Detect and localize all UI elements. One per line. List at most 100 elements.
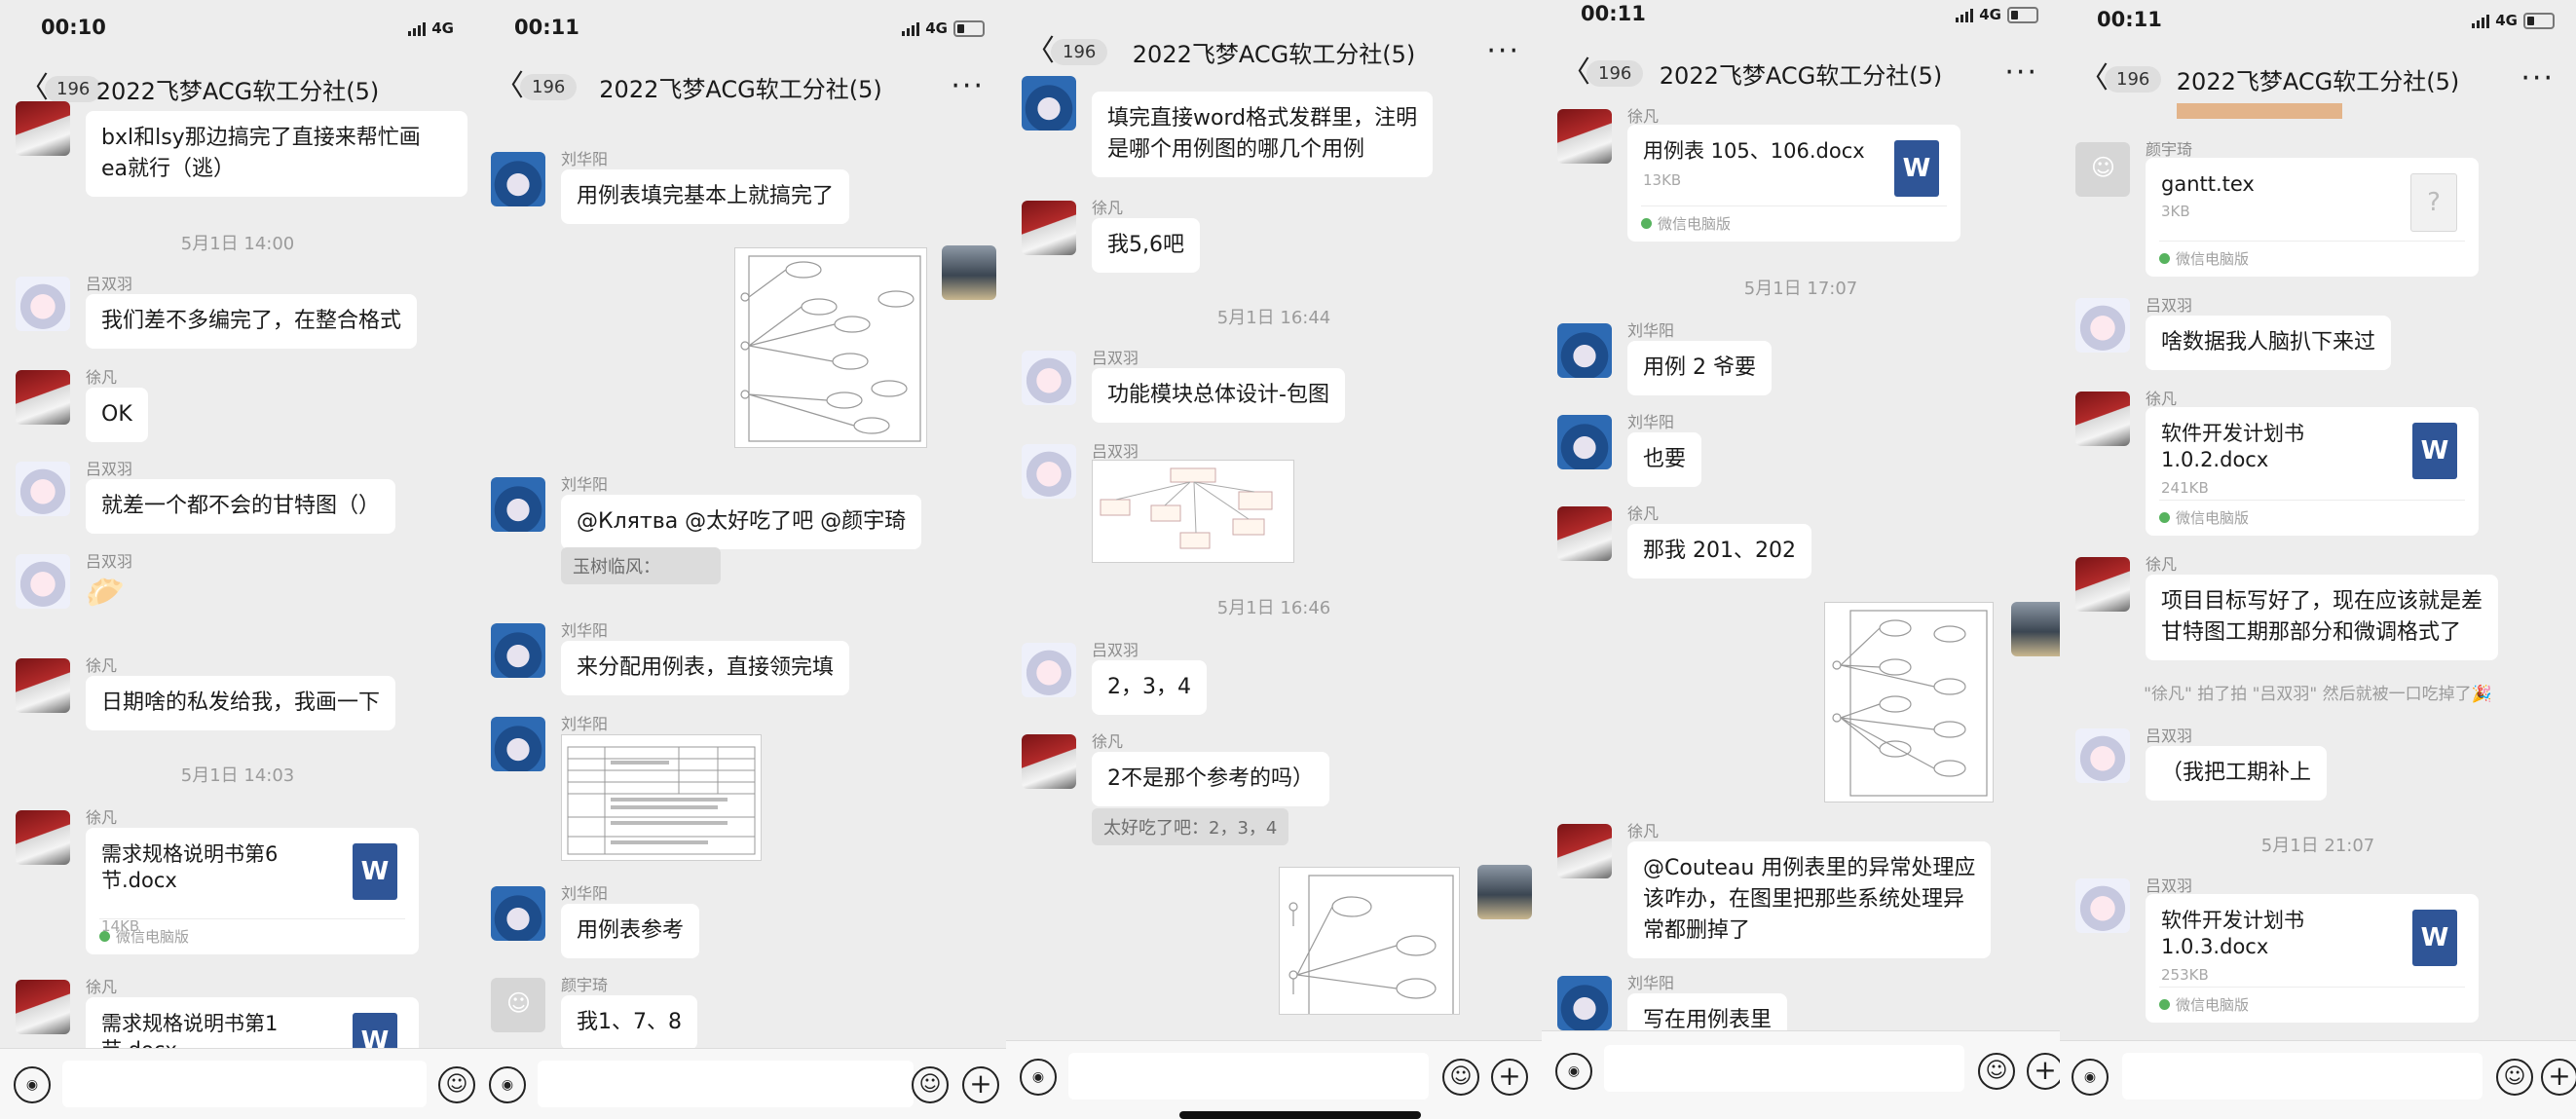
message-bubble[interactable]: 我1、7、8 [561,995,697,1050]
message-bubble[interactable]: 用例 2 爷要 [1627,341,1772,395]
use-case-diagram-image[interactable] [1824,602,1994,802]
more-icon[interactable]: ··· [951,72,985,101]
message-bubble[interactable]: 用例表填完基本上就搞完了 [561,169,850,224]
message-bubble[interactable]: OK [86,388,148,442]
voice-icon[interactable]: ◉ [14,1066,51,1103]
unknown-file-icon: ? [2410,173,2457,232]
avatar[interactable] [1557,976,1612,1030]
more-icon[interactable]: ··· [1486,37,1520,66]
file-card[interactable]: gantt.tex 3KB ? 微信电脑版 [2146,158,2479,277]
use-case-diagram-image[interactable] [734,247,927,448]
avatar[interactable] [1557,323,1612,378]
message-bubble[interactable]: 我5,6吧 [1092,218,1200,273]
message-input[interactable] [2122,1053,2483,1100]
message-bubble[interactable]: 啥数据我人脑扒下来过 [2146,316,2392,370]
avatar[interactable] [491,623,545,678]
avatar[interactable] [2075,142,2130,197]
timestamp: 5月1日 14:03 [180,765,295,786]
voice-icon[interactable]: ◉ [489,1066,526,1103]
message-bubble[interactable]: 就差一个都不会的甘特图（） [86,479,396,534]
voice-icon[interactable]: ◉ [1020,1059,1057,1096]
message-bubble[interactable]: 2不是那个参考的吗） [1092,752,1329,806]
quoted-message[interactable]: 玉树临风： [561,547,721,584]
chat-screenshot-1: 00:10 4G 〈 196 2022飞梦ACG软工分社(5) bxl和lsy那… [0,0,475,1119]
file-card[interactable]: 需求规格说明书第6节.docx 14KB W 微信电脑版 [86,828,419,954]
message-input[interactable] [62,1061,427,1107]
message-input[interactable] [1604,1045,1964,1092]
message-bubble[interactable]: bxl和lsy那边搞完了直接来帮忙画 ea就行（逃） [86,111,467,197]
avatar[interactable] [1022,76,1076,131]
message-bubble[interactable]: 项目目标写好了，现在应该就是差 甘特图工期那部分和微调格式了 [2146,575,2499,660]
avatar[interactable] [16,658,70,713]
emoji-icon[interactable]: ☺ [912,1066,949,1103]
avatar[interactable] [1022,444,1076,499]
plus-icon[interactable]: + [1491,1059,1528,1096]
avatar[interactable] [491,717,545,771]
message-bubble[interactable]: 2，3，4 [1092,660,1207,715]
avatar[interactable] [1557,506,1612,561]
voice-icon[interactable]: ◉ [2072,1059,2109,1096]
quoted-message[interactable]: 太好吃了吧：2，3，4 [1092,808,1289,845]
avatar[interactable] [2075,298,2130,353]
use-case-table-image[interactable] [561,734,762,861]
avatar[interactable] [16,980,70,1034]
avatar[interactable] [2075,392,2130,446]
package-diagram-image[interactable] [1092,460,1294,563]
voice-icon[interactable]: ◉ [1555,1053,1592,1090]
more-icon[interactable]: ··· [2004,58,2038,88]
avatar[interactable] [1022,201,1076,255]
message-bubble[interactable]: （我把工期补上 [2146,746,2328,801]
file-card[interactable]: 用例表 105、106.docx 13KB W 微信电脑版 [1627,125,1960,242]
avatar[interactable] [16,462,70,516]
file-card[interactable]: 软件开发计划书1.0.2.docx 241KB W 微信电脑版 [2146,407,2479,536]
avatar[interactable] [491,477,545,532]
avatar[interactable] [1022,643,1076,697]
avatar[interactable] [2011,602,2060,656]
message-bubble[interactable]: 来分配用例表，直接领完填 [561,641,850,695]
diagram-icon [1832,610,1988,797]
avatar[interactable] [1022,734,1076,789]
plus-icon[interactable]: + [962,1066,999,1103]
sticker[interactable]: 🥟 [86,574,125,611]
message-bubble[interactable]: 用例表参考 [561,904,700,958]
avatar[interactable] [1557,824,1612,878]
sender-name: 吕双羽 [1092,442,1139,461]
emoji-icon[interactable]: ☺ [1978,1053,2015,1090]
message-bubble[interactable]: 日期啥的私发给我，我画一下 [86,676,396,730]
avatar[interactable] [2075,728,2130,783]
avatar[interactable] [491,886,545,941]
avatar[interactable] [491,978,545,1032]
message-bubble[interactable]: @Клятва @太好吃了吧 @颜宇琦 [561,495,922,549]
avatar[interactable] [16,370,70,425]
avatar[interactable] [1557,109,1612,164]
avatar[interactable] [2075,878,2130,933]
avatar[interactable] [16,101,70,156]
more-icon[interactable]: ··· [2520,64,2555,93]
avatar[interactable] [1022,351,1076,405]
avatar[interactable] [1557,415,1612,469]
sender-name: 吕双羽 [2146,877,2193,895]
message-bubble[interactable]: 也要 [1627,432,1702,487]
message-bubble[interactable]: 功能模块总体设计-包图 [1092,368,1345,423]
message-bubble[interactable]: @Couteau 用例表里的异常处理应 该咋办，在图里把那些系统处理异 常都删掉… [1627,841,1992,958]
sender-name: 吕双羽 [1092,349,1139,367]
emoji-icon[interactable]: ☺ [2496,1059,2533,1096]
avatar[interactable] [942,245,996,300]
use-case-diagram-image[interactable] [1279,867,1460,1023]
message-bubble[interactable]: 我们差不多编完了，在整合格式 [86,294,418,349]
plus-icon[interactable]: + [2541,1059,2576,1096]
message-bubble[interactable]: 那我 201、202 [1627,524,1811,578]
avatar[interactable] [16,810,70,865]
avatar[interactable] [16,554,70,609]
file-card[interactable]: 软件开发计划书1.0.3.docx 253KB W 微信电脑版 [2146,894,2479,1023]
avatar[interactable] [16,277,70,331]
emoji-icon[interactable]: ☺ [438,1066,475,1103]
plus-icon[interactable]: + [2027,1053,2060,1090]
emoji-icon[interactable]: ☺ [1442,1059,1479,1096]
message-bubble[interactable]: 填完直接word格式发群里，注明 是哪个用例图的哪几个用例 [1092,92,1434,177]
message-input[interactable] [538,1061,914,1107]
avatar[interactable] [1477,865,1532,919]
avatar[interactable] [491,152,545,206]
message-input[interactable] [1068,1053,1429,1100]
avatar[interactable] [2075,557,2130,612]
